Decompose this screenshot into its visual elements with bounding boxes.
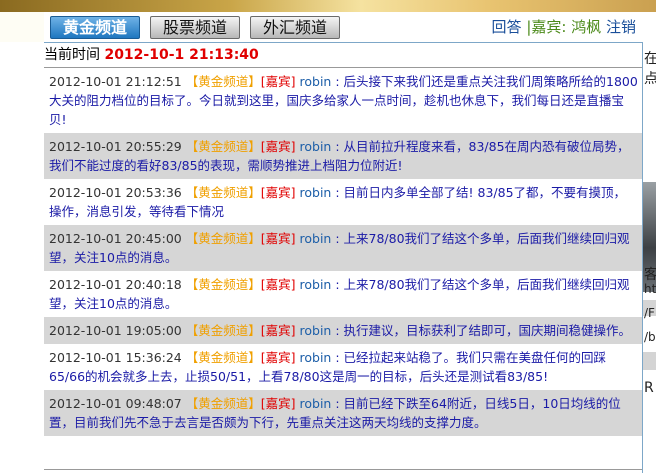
message-role: [嘉宾] <box>260 74 296 89</box>
message-datetime: 2012-10-01 19:05:00 <box>49 323 182 338</box>
side-fragment: 在 <box>644 48 656 68</box>
live-feed-panel: 当前时间 2012-10-1 21:13:40 2012-10-01 21:12… <box>44 43 642 473</box>
logout-link[interactable]: 注销 <box>606 18 636 36</box>
message-role: [嘉宾] <box>260 231 296 246</box>
side-fragment: ht <box>644 282 656 296</box>
current-time-label: 当前时间 <box>44 47 100 63</box>
side-panel-clipped: 在 点 客 ht /F /b R <box>642 42 656 473</box>
message-user: robin <box>299 74 332 89</box>
message-datetime: 2012-10-01 09:48:07 <box>49 396 182 411</box>
tab-forex-channel[interactable]: 外汇频道 <box>250 16 340 39</box>
message-user: robin <box>299 396 332 411</box>
list-item: 2012-10-01 20:53:36 【黄金频道】[嘉宾] robin : 目… <box>44 179 642 225</box>
message-channel: 【黄金频道】 <box>185 396 261 411</box>
tab-stock-channel[interactable]: 股票频道 <box>150 16 240 39</box>
message-user: robin <box>299 231 332 246</box>
list-item: 2012-10-01 20:55:29 【黄金频道】[嘉宾] robin : 从… <box>44 133 642 179</box>
message-user: robin <box>299 139 332 154</box>
message-datetime: 2012-10-01 21:12:51 <box>49 74 182 89</box>
message-channel: 【黄金频道】 <box>185 74 261 89</box>
message-channel: 【黄金频道】 <box>185 231 261 246</box>
channel-nav: 黄金频道 股票频道 外汇频道 回答 |嘉宾: 鸿枫 注销 <box>44 12 642 43</box>
message-user: robin <box>299 277 332 292</box>
side-fragment: /F <box>644 306 655 320</box>
message-datetime: 2012-10-01 15:36:24 <box>49 350 182 365</box>
list-item: 2012-10-01 20:40:18 【黄金频道】[嘉宾] robin : 上… <box>44 271 642 317</box>
side-grey-band <box>643 352 656 370</box>
message-user: robin <box>299 185 332 200</box>
message-datetime: 2012-10-01 20:55:29 <box>49 139 182 154</box>
list-item: 2012-10-01 15:36:24 【黄金频道】[嘉宾] robin : 已… <box>44 344 642 390</box>
reply-link[interactable]: 回答 <box>492 18 522 36</box>
message-role: [嘉宾] <box>260 350 296 365</box>
message-role: [嘉宾] <box>260 323 296 338</box>
side-fragment: 点 <box>644 68 656 88</box>
message-datetime: 2012-10-01 20:45:00 <box>49 231 182 246</box>
list-item: 2012-10-01 21:12:51 【黄金频道】[嘉宾] robin : 后… <box>44 68 642 133</box>
side-fragment: /b <box>644 330 656 344</box>
message-list[interactable]: 2012-10-01 21:12:51 【黄金频道】[嘉宾] robin : 后… <box>44 67 642 436</box>
tab-gold-channel[interactable]: 黄金频道 <box>50 16 140 39</box>
side-fragment: R <box>644 380 654 396</box>
message-user: robin <box>299 323 332 338</box>
message-datetime: 2012-10-01 20:53:36 <box>49 185 182 200</box>
side-fragment: 客 <box>644 264 656 284</box>
message-datetime: 2012-10-01 20:40:18 <box>49 277 182 292</box>
message-text: : 执行建议，目标获利了结即可，国庆期间稳健操作。 <box>335 323 632 338</box>
message-role: [嘉宾] <box>260 185 296 200</box>
user-links: 回答 |嘉宾: 鸿枫 注销 <box>492 16 636 38</box>
guest-name: |嘉宾: 鸿枫 <box>526 18 602 36</box>
message-role: [嘉宾] <box>260 396 296 411</box>
message-role: [嘉宾] <box>260 277 296 292</box>
message-channel: 【黄金频道】 <box>185 277 261 292</box>
message-role: [嘉宾] <box>260 139 296 154</box>
panel-bottom-border <box>44 469 642 470</box>
left-margin <box>0 12 44 42</box>
current-time-value: 2012-10-1 21:13:40 <box>104 47 259 63</box>
message-channel: 【黄金频道】 <box>185 185 261 200</box>
message-channel: 【黄金频道】 <box>185 139 261 154</box>
message-channel: 【黄金频道】 <box>185 323 261 338</box>
list-item: 2012-10-01 09:48:07 【黄金频道】[嘉宾] robin : 目… <box>44 390 642 436</box>
message-channel: 【黄金频道】 <box>185 350 261 365</box>
list-item: 2012-10-01 20:45:00 【黄金频道】[嘉宾] robin : 上… <box>44 225 642 271</box>
top-banner <box>0 0 656 12</box>
current-time-row: 当前时间 2012-10-1 21:13:40 <box>44 45 259 65</box>
message-user: robin <box>299 350 332 365</box>
list-item: 2012-10-01 19:05:00 【黄金频道】[嘉宾] robin : 执… <box>44 317 642 344</box>
